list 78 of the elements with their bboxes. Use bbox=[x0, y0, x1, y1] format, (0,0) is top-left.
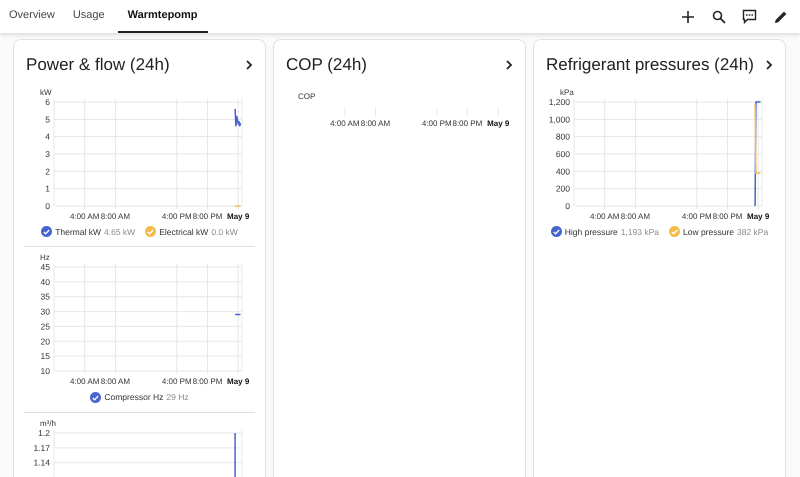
legend-value: 382 kPa bbox=[737, 226, 768, 238]
axis-label: 4:00 PM bbox=[422, 118, 452, 128]
legend-value: 1,193 kPa bbox=[620, 226, 659, 238]
axis-label: 4:00 PM bbox=[162, 377, 192, 386]
card-title: Power & flow (24h) bbox=[25, 54, 170, 76]
chevron-right-icon[interactable] bbox=[505, 60, 513, 70]
legend-label: Low pressure bbox=[682, 226, 734, 238]
axis-label: May 9 bbox=[747, 212, 770, 220]
axis-label: 2 bbox=[45, 166, 50, 176]
axis-label: 8:00 AM bbox=[100, 377, 130, 386]
axis-label: 40 bbox=[40, 277, 50, 288]
axis-label: 0 bbox=[565, 200, 570, 210]
axis-title: COP bbox=[298, 92, 316, 100]
axis-label: 6 bbox=[45, 96, 50, 106]
tab[interactable]: Overview bbox=[4, 0, 60, 33]
card-title: Refrigerant pressures (24h) bbox=[545, 54, 754, 76]
legend-label: High pressure bbox=[564, 226, 618, 238]
axis-title: m³/h bbox=[40, 419, 56, 428]
axis-label: 1,200 bbox=[548, 96, 570, 106]
axis-label: 30 bbox=[40, 306, 50, 317]
checkbox-icon[interactable] bbox=[41, 226, 52, 238]
checkbox-icon[interactable] bbox=[668, 226, 680, 238]
axis-label: 1.2 bbox=[38, 428, 50, 438]
axis-label: 8:00 AM bbox=[360, 118, 390, 128]
axis-label: 8:00 AM bbox=[620, 212, 650, 220]
axis-label: 35 bbox=[40, 292, 50, 302]
axis-label: 800 bbox=[556, 131, 570, 142]
axis-label: 1 bbox=[45, 183, 50, 194]
axis-label: 4 bbox=[45, 131, 50, 142]
axis-label: May 9 bbox=[487, 118, 510, 128]
legend-label: Electrical kW bbox=[159, 226, 208, 238]
chart-line bbox=[235, 314, 240, 316]
axis-label: 4:00 PM bbox=[162, 212, 192, 220]
axis-label: 5 bbox=[45, 114, 50, 124]
checkbox-icon[interactable] bbox=[550, 226, 562, 238]
checkbox-icon[interactable] bbox=[145, 226, 156, 238]
axis-title: kPa bbox=[560, 88, 574, 96]
legend-value: 29 Hz bbox=[166, 391, 189, 404]
checkbox-icon[interactable] bbox=[90, 392, 102, 404]
axis-label: 200 bbox=[556, 183, 570, 194]
axis-label: 45 bbox=[40, 262, 50, 272]
axis-label: 8:00 PM bbox=[192, 377, 222, 386]
axis-label: 1,000 bbox=[548, 114, 570, 124]
axis-title: kW bbox=[40, 88, 52, 96]
axis-label: 20 bbox=[40, 336, 50, 347]
axis-label: 0 bbox=[45, 200, 50, 210]
legend-value: 0.0 kW bbox=[211, 226, 238, 238]
chart-line bbox=[235, 204, 240, 206]
axis-label: 8:00 PM bbox=[712, 212, 742, 220]
axis-label: 8:00 PM bbox=[452, 118, 482, 128]
axis-label: 4:00 PM bbox=[682, 212, 712, 220]
tab[interactable]: Usage bbox=[68, 0, 110, 33]
tab[interactable]: Warmtepomp bbox=[118, 0, 208, 33]
legend-label: Compressor Hz bbox=[104, 391, 164, 404]
axis-label: 8:00 AM bbox=[100, 212, 130, 220]
axis-label: 25 bbox=[40, 322, 50, 332]
card-title: COP (24h) bbox=[285, 54, 367, 76]
axis-label: May 9 bbox=[227, 377, 250, 386]
axis-label: 4:00 AM bbox=[70, 212, 100, 220]
axis-label: 10 bbox=[40, 366, 50, 376]
legend-label: Thermal kW bbox=[55, 226, 102, 238]
chart-line bbox=[234, 108, 242, 127]
axis-label: 4:00 AM bbox=[330, 118, 360, 128]
axis-label: 4:00 AM bbox=[590, 212, 620, 220]
legend-value: 4.65 kW bbox=[104, 226, 136, 238]
axis-label: 1.14 bbox=[33, 458, 50, 468]
axis-label: 3 bbox=[45, 148, 50, 158]
axis-label: May 9 bbox=[227, 212, 250, 220]
chart-line bbox=[234, 433, 236, 477]
axis-title: Hz bbox=[40, 253, 50, 262]
axis-label: 4:00 AM bbox=[70, 377, 100, 386]
axis-label: 8:00 PM bbox=[192, 212, 222, 220]
axis-label: 15 bbox=[40, 351, 50, 362]
chevron-right-icon[interactable] bbox=[765, 60, 773, 70]
chevron-right-icon[interactable] bbox=[245, 60, 253, 70]
axis-label: 400 bbox=[556, 166, 570, 176]
axis-label: 600 bbox=[556, 148, 570, 158]
axis-label: 1.17 bbox=[33, 442, 50, 453]
